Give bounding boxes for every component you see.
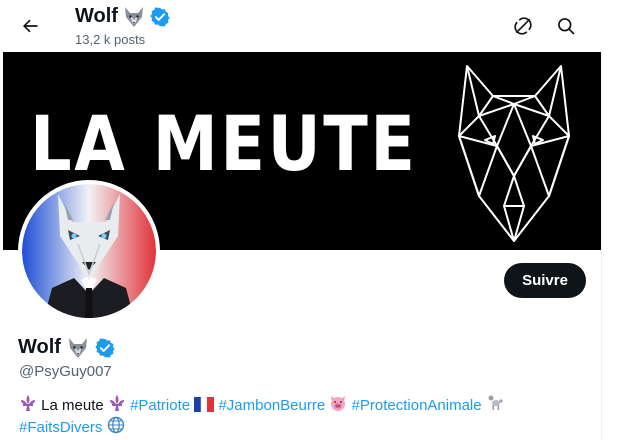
grok-icon — [514, 17, 532, 35]
fleur-de-lis-icon — [21, 395, 35, 411]
profile-name: Wolf — [18, 336, 61, 358]
header-title: Wolf — [75, 5, 170, 28]
wolf-avatar-image — [22, 184, 156, 318]
hashtag-faitsdivers[interactable]: #FaitsDivers — [19, 419, 102, 436]
verified-badge-icon — [150, 6, 170, 27]
header-name: Wolf — [75, 5, 118, 27]
posts-count: 13,2 k posts — [75, 32, 146, 47]
pig-face-icon — [331, 396, 346, 411]
wolf-emoji-icon — [68, 337, 87, 358]
profile-page: Wolf 13,2 k posts LA MEUTE Suivre Wolf @… — [0, 0, 602, 440]
globe-icon — [107, 416, 124, 434]
back-button[interactable] — [12, 8, 48, 44]
hashtag-patriote[interactable]: #Patriote — [130, 397, 190, 414]
profile-bio: La meute #Patriote #JambonBeurre #Protec… — [19, 394, 589, 438]
geometric-wolf-logo — [458, 65, 570, 242]
top-bar: Wolf 13,2 k posts — [0, 0, 602, 52]
profile-name-row: Wolf — [18, 336, 115, 359]
banner-text: LA MEUTE — [30, 99, 418, 188]
fleur-de-lis-icon — [109, 395, 124, 411]
hashtag-protectionanimale[interactable]: #ProtectionAnimale — [352, 397, 482, 414]
verified-badge-icon[interactable] — [95, 337, 115, 358]
hashtag-jambonbeurre[interactable]: #JambonBeurre — [218, 397, 325, 414]
profile-avatar[interactable] — [18, 180, 160, 322]
wolf-emoji-icon — [124, 6, 143, 27]
search-icon — [558, 18, 575, 35]
grok-button[interactable] — [505, 8, 541, 44]
follow-button[interactable]: Suivre — [504, 263, 586, 298]
search-button[interactable] — [548, 8, 584, 44]
france-flag-icon — [194, 397, 215, 412]
arrow-left-icon — [23, 19, 38, 33]
bio-intro: La meute — [41, 397, 104, 414]
poodle-icon — [488, 395, 503, 410]
profile-handle: @PsyGuy007 — [19, 363, 112, 380]
